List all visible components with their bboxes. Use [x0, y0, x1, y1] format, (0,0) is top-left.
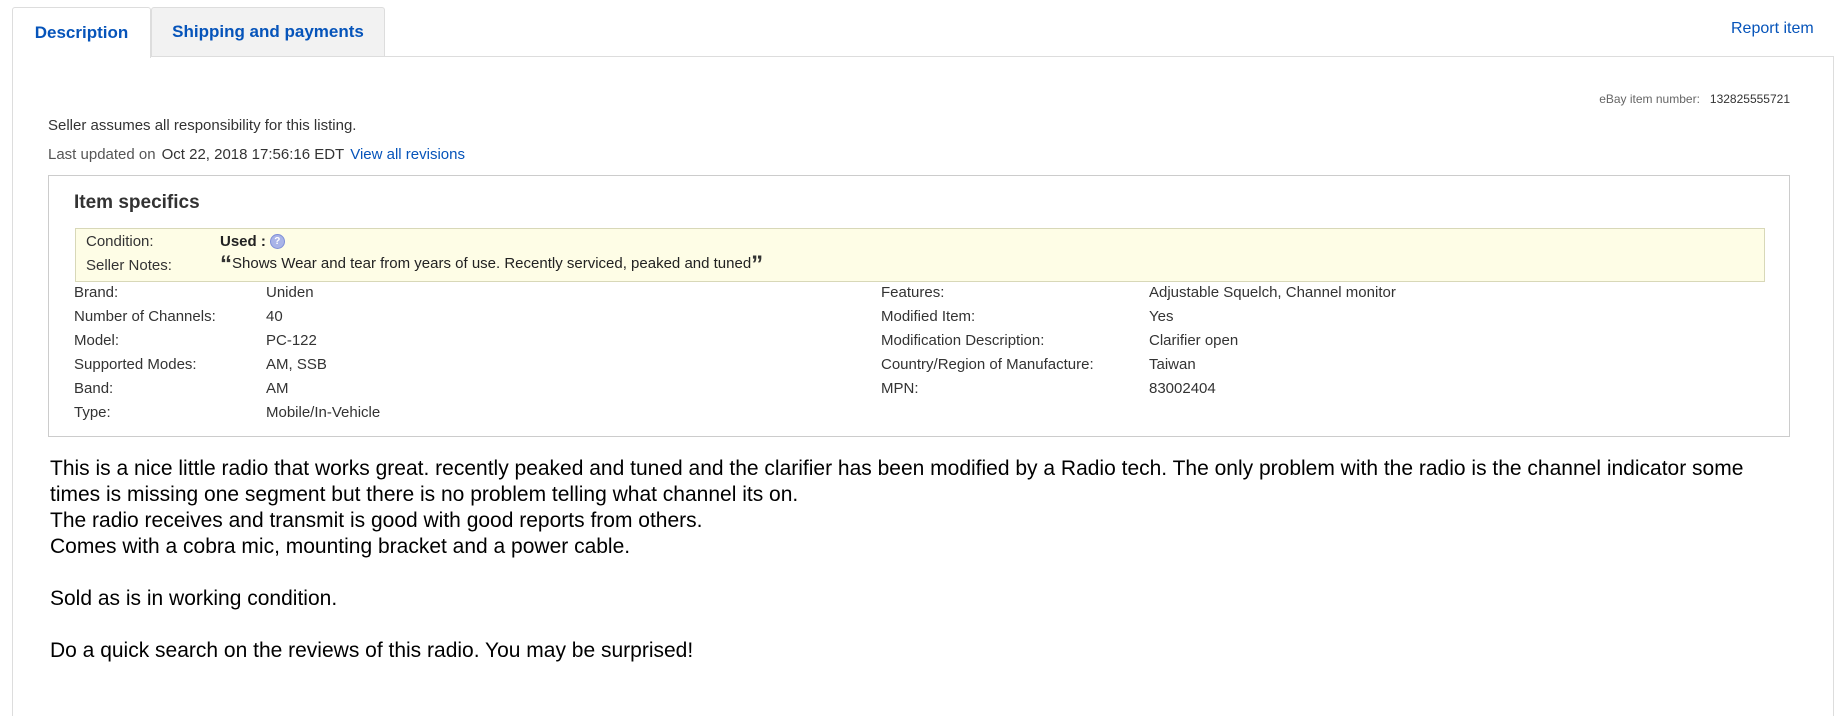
- item-number-value: 132825555721: [1709, 92, 1790, 106]
- seller-notice: Seller assumes all responsibility for th…: [48, 117, 357, 134]
- description-paragraph: Sold as is in working condition.: [50, 587, 338, 610]
- spec-label: Country/Region of Manufacture:: [881, 356, 1094, 373]
- spec-value: 40: [266, 308, 283, 325]
- close-quote-icon: ”: [751, 251, 764, 278]
- spec-value: Clarifier open: [1149, 332, 1239, 349]
- description-paragraph: The radio receives and transmit is good …: [50, 509, 703, 532]
- description-paragraph: Do a quick search on the reviews of this…: [50, 639, 694, 662]
- spec-value: PC-122: [266, 332, 317, 349]
- spec-value: Mobile/In-Vehicle: [266, 404, 381, 421]
- spec-label: Modification Description:: [881, 332, 1045, 349]
- item-description: This is a nice little radio that works g…: [50, 456, 1790, 664]
- spec-label: Features:: [881, 284, 945, 301]
- tab-bar: Description Shipping and payments: [12, 7, 1847, 58]
- spec-value: Yes: [1149, 308, 1174, 325]
- seller-notes-text: Shows Wear and tear from years of use. R…: [232, 255, 752, 272]
- spec-label: Model:: [74, 332, 120, 349]
- seller-notes-label: Seller Notes:: [86, 257, 172, 274]
- seller-notes-value: “Shows Wear and tear from years of use. …: [220, 253, 763, 277]
- condition-value: Used :?: [220, 233, 285, 250]
- spec-value: Adjustable Squelch, Channel monitor: [1149, 284, 1396, 301]
- description-paragraph: This is a nice little radio that works g…: [50, 457, 1744, 506]
- spec-label: Modified Item:: [881, 308, 976, 325]
- tab-description[interactable]: Description: [12, 7, 151, 58]
- item-number-label: eBay item number:: [1599, 92, 1700, 106]
- condition-box: Condition: Used :? Seller Notes: “Shows …: [75, 228, 1765, 282]
- condition-text: Used :: [220, 233, 266, 250]
- spec-label: Band:: [74, 380, 114, 397]
- view-all-revisions-link[interactable]: View all revisions: [350, 146, 465, 163]
- spec-label: MPN:: [881, 380, 919, 397]
- item-specifics-box: Item specifics Condition: Used :? Seller…: [48, 175, 1790, 437]
- item-specifics-title: Item specifics: [74, 192, 200, 213]
- spec-label: Type:: [74, 404, 111, 421]
- spec-value: AM, SSB: [266, 356, 327, 373]
- last-updated-label: Last updated on: [48, 146, 156, 163]
- report-item-link[interactable]: Report item: [1731, 20, 1814, 38]
- item-number: eBay item number: 132825555721: [1599, 92, 1790, 106]
- help-icon[interactable]: ?: [269, 234, 285, 249]
- description-paragraph: Comes with a cobra mic, mounting bracket…: [50, 535, 631, 558]
- spec-value: 83002404: [1149, 380, 1216, 397]
- spec-label: Supported Modes:: [74, 356, 197, 373]
- spec-value: AM: [266, 380, 289, 397]
- tab-shipping-and-payments[interactable]: Shipping and payments: [151, 7, 385, 56]
- last-updated: Last updated on Oct 22, 2018 17:56:16 EDT…: [48, 146, 465, 163]
- open-quote-icon: “: [220, 251, 232, 278]
- condition-label: Condition:: [86, 233, 154, 250]
- spec-value: Taiwan: [1149, 356, 1196, 373]
- last-updated-date: Oct 22, 2018 17:56:16 EDT: [161, 146, 345, 163]
- spec-label: Brand:: [74, 284, 119, 301]
- spec-label: Number of Channels:: [74, 308, 216, 325]
- spec-value: Uniden: [266, 284, 314, 301]
